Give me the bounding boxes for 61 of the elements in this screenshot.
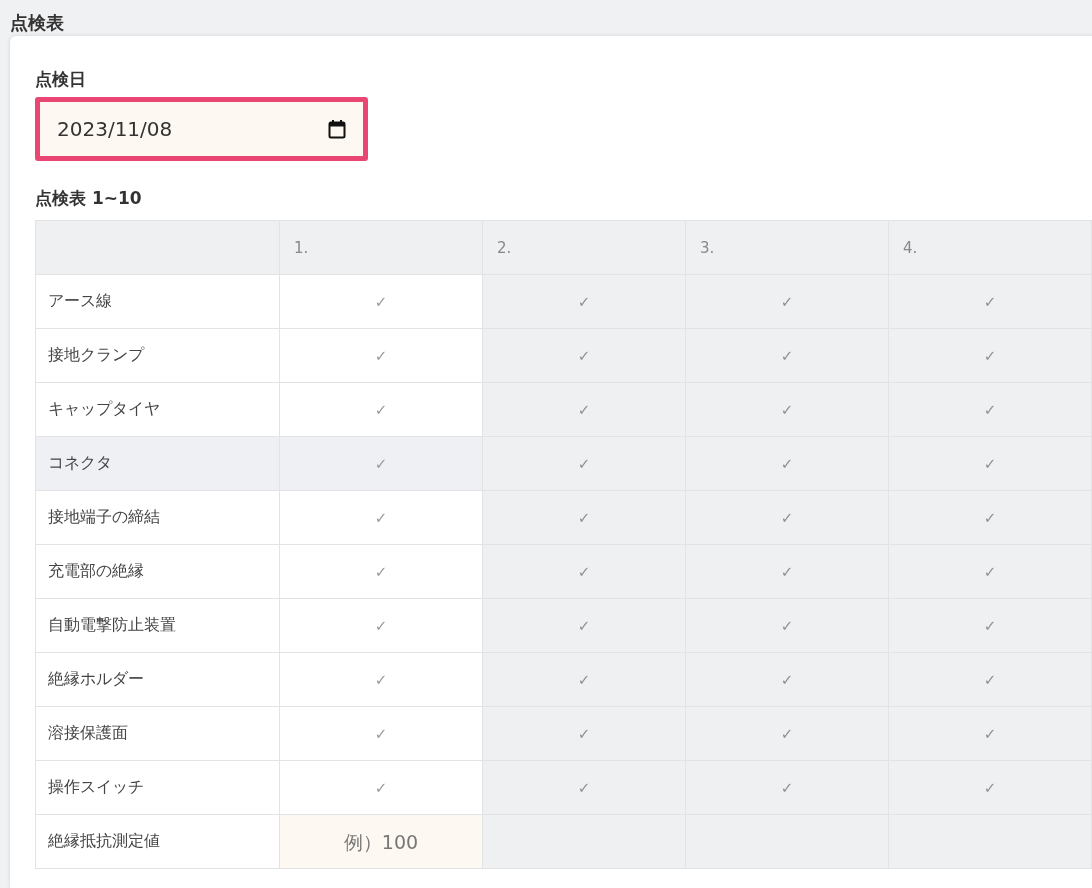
- check-cell: ✓: [685, 328, 889, 383]
- check-cell: ✓: [685, 436, 889, 491]
- check-cell[interactable]: ✓: [279, 490, 483, 545]
- check-cell: ✓: [482, 436, 686, 491]
- check-cell: ✓: [482, 328, 686, 383]
- check-cell[interactable]: ✓: [279, 382, 483, 437]
- calendar-icon[interactable]: [328, 119, 346, 139]
- check-cell: ✓: [685, 652, 889, 707]
- row-label: キャップタイヤ: [35, 382, 280, 437]
- row-label: 充電部の絶縁: [35, 544, 280, 599]
- check-cell: ✓: [482, 706, 686, 761]
- check-cell: ✓: [482, 382, 686, 437]
- check-cell: ✓: [888, 706, 1092, 761]
- check-cell: ✓: [482, 760, 686, 815]
- check-cell: ✓: [685, 598, 889, 653]
- check-cell: ✓: [888, 598, 1092, 653]
- check-cell: ✓: [888, 382, 1092, 437]
- check-cell[interactable]: ✓: [279, 706, 483, 761]
- check-cell: ✓: [482, 652, 686, 707]
- column-header: 4.: [888, 220, 1092, 275]
- check-cell: ✓: [482, 598, 686, 653]
- check-cell[interactable]: ✓: [279, 436, 483, 491]
- check-cell: ✓: [888, 652, 1092, 707]
- check-cell[interactable]: ✓: [279, 328, 483, 383]
- check-cell: ✓: [888, 436, 1092, 491]
- check-cell[interactable]: ✓: [279, 274, 483, 329]
- row-label: 溶接保護面: [35, 706, 280, 761]
- row-label: 絶縁抵抗測定値: [35, 814, 280, 869]
- check-cell: ✓: [888, 544, 1092, 599]
- row-label: コネクタ: [35, 436, 280, 491]
- check-cell[interactable]: ✓: [279, 652, 483, 707]
- check-cell: ✓: [685, 382, 889, 437]
- row-label: 操作スイッチ: [35, 760, 280, 815]
- check-cell: ✓: [685, 760, 889, 815]
- row-label: アース線: [35, 274, 280, 329]
- check-cell: ✓: [482, 274, 686, 329]
- check-cell: ✓: [482, 490, 686, 545]
- field-label: 点検日: [35, 68, 87, 91]
- row-label: 自動電撃防止装置: [35, 598, 280, 653]
- value-field[interactable]: 例）100: [280, 815, 482, 868]
- row-label: 接地端子の締結: [35, 490, 280, 545]
- row-label: 接地クランプ: [35, 328, 280, 383]
- check-cell[interactable]: ✓: [279, 598, 483, 653]
- check-cell: ✓: [685, 274, 889, 329]
- check-cell: ✓: [888, 490, 1092, 545]
- check-cell: ✓: [888, 274, 1092, 329]
- page-title: 点検表: [9, 11, 65, 35]
- check-cell[interactable]: ✓: [279, 544, 483, 599]
- check-cell: ✓: [685, 706, 889, 761]
- check-cell[interactable]: ✓: [279, 760, 483, 815]
- table-title: 点検表 1~10: [35, 187, 143, 210]
- check-cell: ✓: [482, 544, 686, 599]
- check-cell: ✓: [685, 544, 889, 599]
- check-cell: ✓: [888, 328, 1092, 383]
- row-label: 絶縁ホルダー: [35, 652, 280, 707]
- column-header: 3.: [685, 220, 889, 275]
- check-cell: ✓: [888, 760, 1092, 815]
- column-header: 2.: [482, 220, 686, 275]
- column-header: 1.: [279, 220, 483, 275]
- date-field[interactable]: 2023/11/08: [35, 97, 368, 161]
- check-cell: ✓: [685, 490, 889, 545]
